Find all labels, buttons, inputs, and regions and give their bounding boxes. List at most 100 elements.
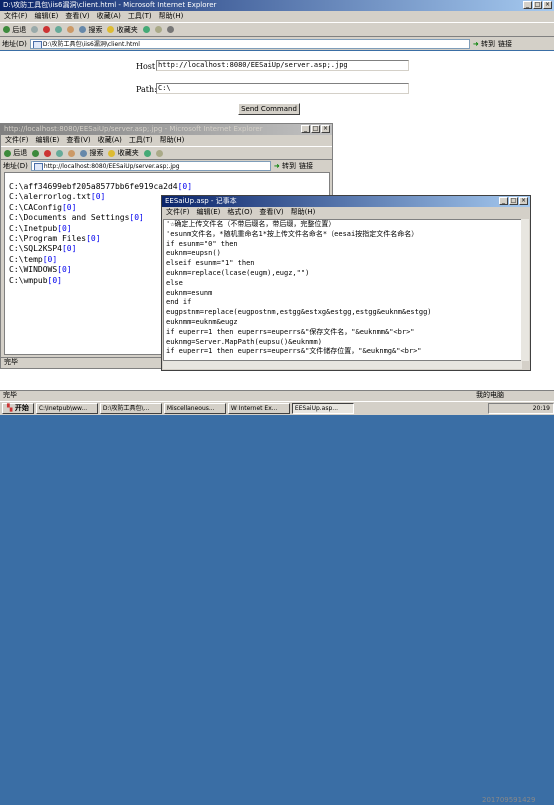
list-item-link[interactable]: [0] bbox=[62, 203, 76, 212]
ie2-menu-bar: 文件(F) 编辑(E) 查看(V) 收藏(A) 工具(T) 帮助(H) bbox=[1, 135, 332, 146]
notepad-title-bar[interactable]: EESaiUp.asp - 记事本 _ □ × bbox=[162, 196, 530, 207]
home-icon[interactable] bbox=[68, 149, 76, 157]
main-menu-bar: 文件(F) 编辑(E) 查看(V) 收藏(A) 工具(T) 帮助(H) bbox=[0, 11, 554, 22]
notepad-menu-view[interactable]: 查看(V) bbox=[259, 207, 283, 218]
notepad-menu-edit[interactable]: 编辑(E) bbox=[197, 207, 221, 218]
ie2-links-label[interactable]: 链接 bbox=[299, 161, 313, 171]
notepad-maximize-icon[interactable]: □ bbox=[509, 197, 518, 205]
search-button[interactable]: 搜索 bbox=[79, 25, 102, 35]
favorites-button[interactable]: 收藏夹 bbox=[107, 25, 138, 35]
list-item-link[interactable]: [0] bbox=[178, 182, 192, 191]
code-line: euknmg=Server.MapPath(eupsu()&euknmm) bbox=[166, 337, 322, 346]
ie2-menu-file[interactable]: 文件(F) bbox=[5, 135, 29, 146]
windows-logo-icon: ▚ bbox=[7, 404, 13, 412]
list-item-link[interactable]: [0] bbox=[91, 192, 105, 201]
ie2-menu-favorites[interactable]: 收藏(A) bbox=[98, 135, 122, 146]
ie2-title-bar[interactable]: http://localhost:8080/EESaiUp/server.asp… bbox=[1, 124, 332, 135]
path-input[interactable]: C:\ bbox=[156, 83, 409, 94]
ie2-go-button[interactable]: ➜ 转到 bbox=[274, 161, 296, 171]
notepad-menu-help[interactable]: 帮助(H) bbox=[291, 207, 316, 218]
code-line: end if bbox=[166, 298, 192, 307]
taskbar: ▚ 开始 C:\Inetpub\ww... D:\攻防工具包\... Misce… bbox=[0, 401, 554, 804]
star-icon bbox=[107, 26, 115, 33]
star-icon bbox=[108, 149, 116, 157]
notepad-horizontal-scrollbar[interactable] bbox=[163, 361, 522, 369]
taskbar-item[interactable]: C:\Inetpub\ww... bbox=[35, 403, 98, 414]
menu-view[interactable]: 查看(V) bbox=[65, 11, 89, 22]
home-icon[interactable] bbox=[67, 26, 75, 33]
minimize-icon[interactable]: _ bbox=[523, 1, 532, 9]
refresh-icon[interactable] bbox=[55, 26, 63, 33]
ie2-maximize-icon[interactable]: □ bbox=[311, 125, 320, 133]
code-line: 'esunm文件名，*随机重命名1*按上传文件名命名*（eesai按指定文件名命… bbox=[166, 229, 419, 238]
menu-help[interactable]: 帮助(H) bbox=[159, 11, 184, 22]
menu-favorites[interactable]: 收藏(A) bbox=[97, 11, 121, 22]
mail-icon[interactable] bbox=[155, 149, 163, 157]
maximize-icon[interactable]: □ bbox=[533, 1, 542, 9]
ie2-search-button[interactable]: 搜索 bbox=[80, 148, 103, 158]
search-icon bbox=[80, 149, 88, 157]
mail-icon[interactable] bbox=[154, 26, 162, 33]
refresh-icon[interactable] bbox=[56, 149, 64, 157]
ie2-toolbar: 后退 搜索 收藏夹 bbox=[1, 146, 332, 160]
main-status-bar: 完毕 我的电脑 bbox=[0, 390, 554, 401]
menu-file[interactable]: 文件(F) bbox=[4, 11, 28, 22]
ie2-address-bar: 地址(D) http://localhost:8080/EESaiUp/serv… bbox=[1, 160, 332, 172]
ie2-close-icon[interactable]: × bbox=[321, 125, 330, 133]
notepad-menu-file[interactable]: 文件(F) bbox=[166, 207, 190, 218]
close-icon[interactable]: × bbox=[543, 1, 552, 9]
taskbar-item[interactable]: W Internet Ex... bbox=[227, 403, 290, 414]
forward-arrow-icon[interactable] bbox=[32, 149, 40, 157]
history-icon[interactable] bbox=[142, 26, 150, 33]
links-label[interactable]: 链接 bbox=[498, 39, 512, 49]
code-line: if esunm="0" then bbox=[166, 239, 238, 248]
notepad-text-area[interactable]: '☆确定上传文件名（不带后缀名，带后缀，完整位置） 'esunm文件名，*随机重… bbox=[163, 219, 522, 361]
forward-arrow-icon[interactable] bbox=[31, 26, 39, 33]
list-item-link[interactable]: [0] bbox=[86, 234, 100, 243]
ie2-menu-help[interactable]: 帮助(H) bbox=[160, 135, 185, 146]
print-icon[interactable] bbox=[166, 26, 174, 33]
back-button[interactable]: 后退 bbox=[3, 25, 26, 35]
notepad-minimize-icon[interactable]: _ bbox=[499, 197, 508, 205]
taskbar-item[interactable]: D:\攻防工具包\... bbox=[99, 403, 162, 414]
main-title-bar[interactable]: D:\攻防工具包\iis6漏洞\client.html - Microsoft … bbox=[0, 0, 554, 11]
host-input[interactable]: http://localhost:8080/EESaiUp/server.asp… bbox=[156, 60, 409, 71]
ie2-menu-edit[interactable]: 编辑(E) bbox=[36, 135, 60, 146]
menu-tools[interactable]: 工具(T) bbox=[128, 11, 152, 22]
send-command-button[interactable]: Send Command bbox=[238, 103, 300, 115]
code-line: elseif esunm="1" then bbox=[166, 259, 255, 268]
ie2-menu-tools[interactable]: 工具(T) bbox=[129, 135, 153, 146]
start-button[interactable]: ▚ 开始 bbox=[2, 403, 34, 414]
list-item-link[interactable]: [0] bbox=[57, 224, 71, 233]
list-item-link[interactable]: [0] bbox=[57, 265, 71, 274]
back-arrow-icon bbox=[3, 26, 10, 33]
code-line: else bbox=[166, 278, 183, 287]
stop-icon[interactable] bbox=[44, 149, 52, 157]
notepad-close-icon[interactable]: × bbox=[519, 197, 528, 205]
clock[interactable]: 20:19 bbox=[533, 405, 550, 412]
main-window-title: D:\攻防工具包\iis6漏洞\client.html - Microsoft … bbox=[3, 1, 217, 9]
list-item-link[interactable]: [0] bbox=[129, 213, 143, 222]
history-icon[interactable] bbox=[143, 149, 151, 157]
ie2-back-button[interactable]: 后退 bbox=[4, 148, 27, 158]
main-toolbar: 后退 搜索 收藏夹 bbox=[0, 22, 554, 37]
ie2-favorites-button[interactable]: 收藏夹 bbox=[108, 148, 139, 158]
taskbar-item[interactable]: EESaiUp.asp... bbox=[291, 403, 354, 414]
ie2-menu-view[interactable]: 查看(V) bbox=[66, 135, 90, 146]
list-item-link[interactable]: [0] bbox=[43, 255, 57, 264]
watermark-text: 201709591429 bbox=[482, 796, 536, 804]
menu-edit[interactable]: 编辑(E) bbox=[35, 11, 59, 22]
go-button[interactable]: ➜ 转到 bbox=[473, 39, 495, 49]
ie2-address-input[interactable]: http://localhost:8080/EESaiUp/server.asp… bbox=[30, 161, 271, 171]
address-input[interactable]: D:\攻防工具包\iis6漏洞\client.html bbox=[29, 38, 470, 49]
notepad-menu-format[interactable]: 格式(O) bbox=[227, 207, 252, 218]
taskbar-item[interactable]: Miscellaneous... bbox=[163, 403, 226, 414]
main-address-bar: 地址(D) D:\攻防工具包\iis6漏洞\client.html ➜ 转到 链… bbox=[0, 37, 554, 50]
stop-icon[interactable] bbox=[43, 26, 51, 33]
ie2-minimize-icon[interactable]: _ bbox=[301, 125, 310, 133]
host-label: Host: bbox=[136, 62, 158, 71]
list-item-link[interactable]: [0] bbox=[48, 276, 62, 285]
back-arrow-icon bbox=[4, 149, 11, 157]
notepad-vertical-scrollbar[interactable] bbox=[521, 219, 529, 361]
list-item-link[interactable]: [0] bbox=[62, 244, 76, 253]
